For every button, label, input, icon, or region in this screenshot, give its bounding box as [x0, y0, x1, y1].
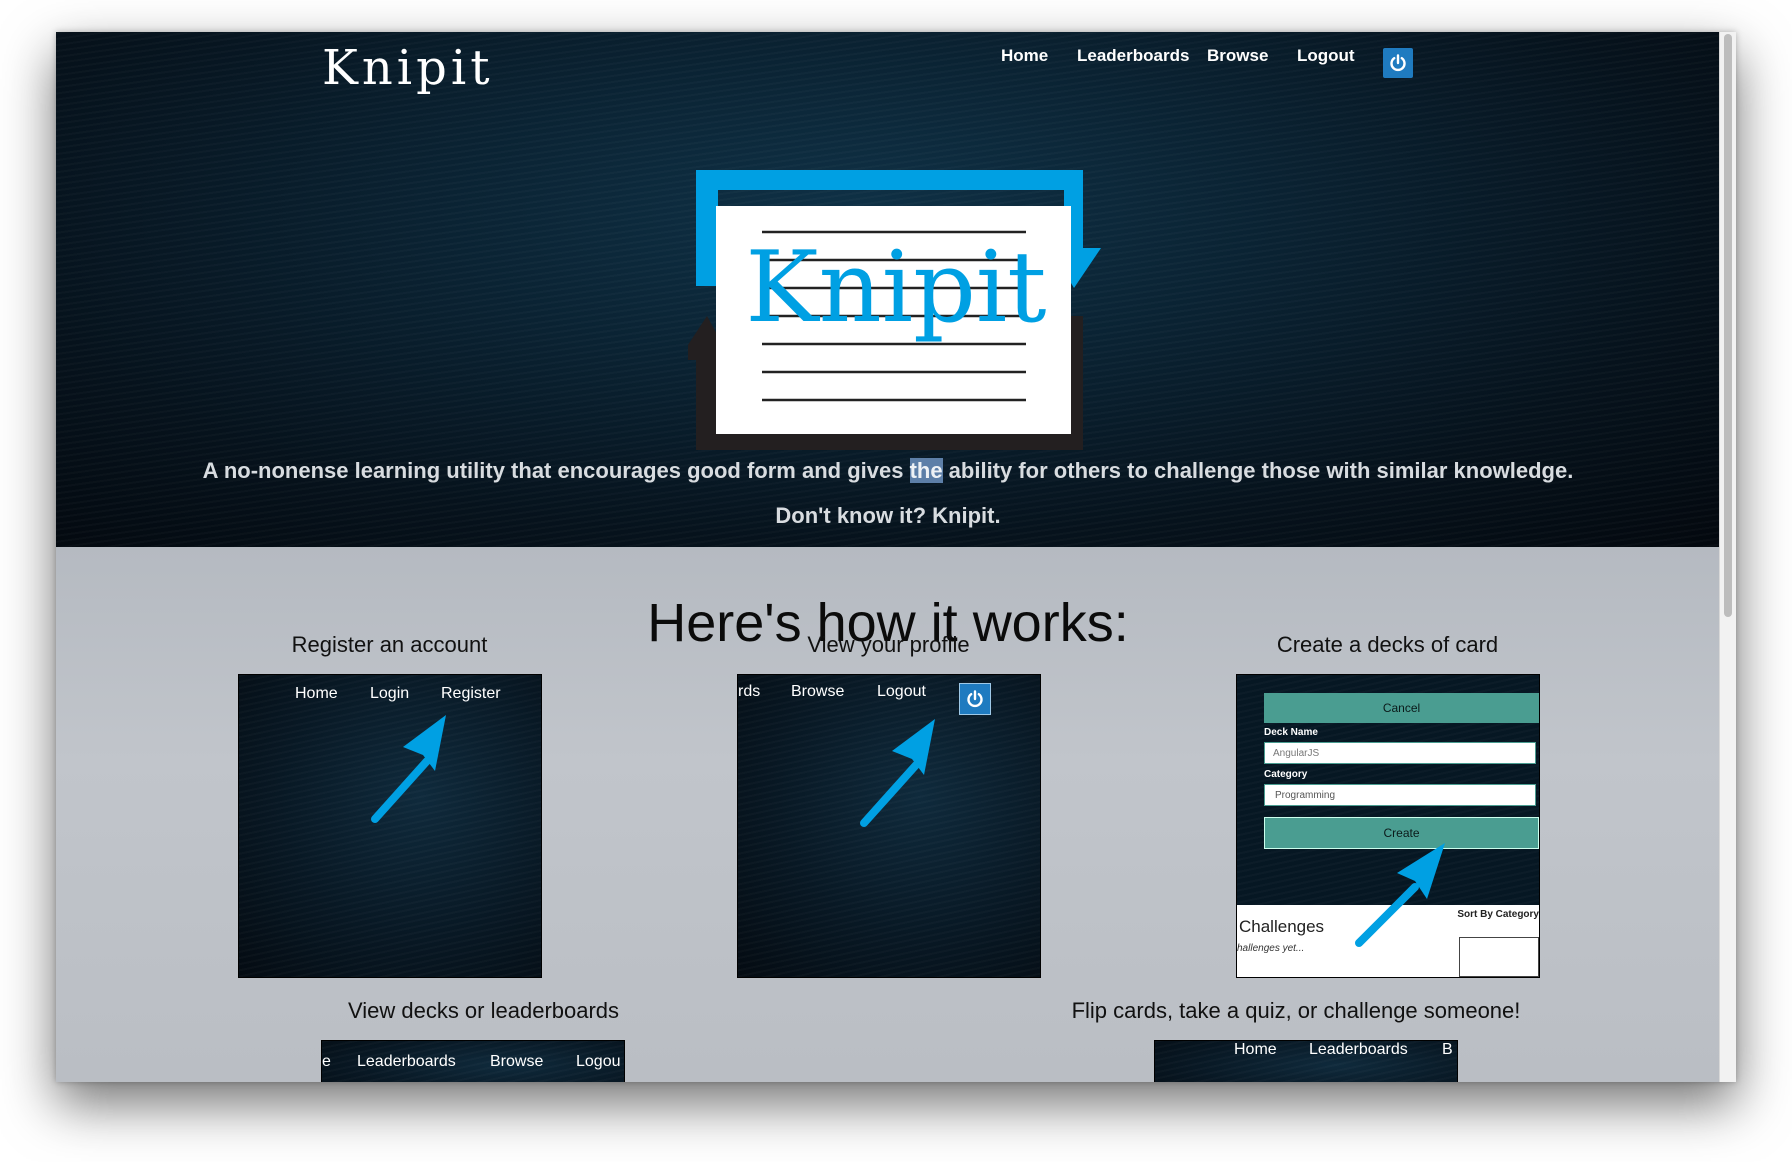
nav-leaderboards[interactable]: Leaderboards [1077, 46, 1189, 66]
hero-tagline: A no-nonense learning utility that encou… [56, 458, 1720, 484]
knipit-logo: Knipit [688, 170, 1101, 450]
logo-wordmark: Knipit [745, 231, 1046, 345]
hero-slogan: Don't know it? Knipit. [775, 503, 1001, 528]
shot-nav-cut: B [1442, 1041, 1453, 1058]
scrollbar-thumb[interactable] [1724, 34, 1732, 617]
hero-section: Knipit Home Leaderboards Browse Logout K… [56, 32, 1720, 547]
browser-window: Knipit Home Leaderboards Browse Logout K… [56, 32, 1736, 1082]
shot-nav-home: Home [1234, 1041, 1277, 1058]
tagline-part: A no-nonense learning utility that encou… [202, 458, 910, 483]
shot-nav-cut: e [322, 1053, 331, 1070]
shot-nav-leaderboards: Leaderboards [1309, 1041, 1408, 1058]
nav-browse[interactable]: Browse [1207, 46, 1268, 66]
shot-nav-leaderboards: Leaderboards [357, 1053, 456, 1070]
tagline-highlighted-word: the [909, 458, 943, 483]
step-screenshot-create-deck: Cancel Deck Name AngularJS Category Prog… [1236, 674, 1540, 978]
power-icon[interactable] [1383, 48, 1413, 78]
step-title-register: Register an account [291, 632, 488, 657]
step-screenshot-profile: rds Browse Logout [737, 674, 1041, 978]
tagline-part: ability for others to challenge those wi… [942, 458, 1574, 483]
brand-logo-text[interactable]: Knipit [322, 40, 494, 96]
shot-nav-logout-cut: Logou [576, 1053, 621, 1070]
vertical-scrollbar[interactable] [1719, 32, 1736, 1082]
shot-nav-browse: Browse [490, 1053, 544, 1070]
arrow-icon [1355, 843, 1445, 947]
step-screenshot-view-decks: e Leaderboards Browse Logou [321, 1040, 625, 1082]
nav-logout[interactable]: Logout [1297, 46, 1355, 66]
arrow-icon [860, 719, 935, 827]
step-title-profile: View your profile [807, 632, 970, 657]
step-screenshot-flip-cards: Home Leaderboards B [1154, 1040, 1458, 1082]
arrow-icon [371, 715, 446, 823]
step-title-create-deck: Create a decks of card [1276, 632, 1499, 657]
step-title-view-decks: View decks or leaderboards [347, 998, 620, 1023]
step-title-flip-cards: Flip cards, take a quiz, or challenge so… [1071, 998, 1521, 1023]
step-screenshot-register: Home Login Register [238, 674, 542, 978]
nav-home[interactable]: Home [1001, 46, 1048, 66]
